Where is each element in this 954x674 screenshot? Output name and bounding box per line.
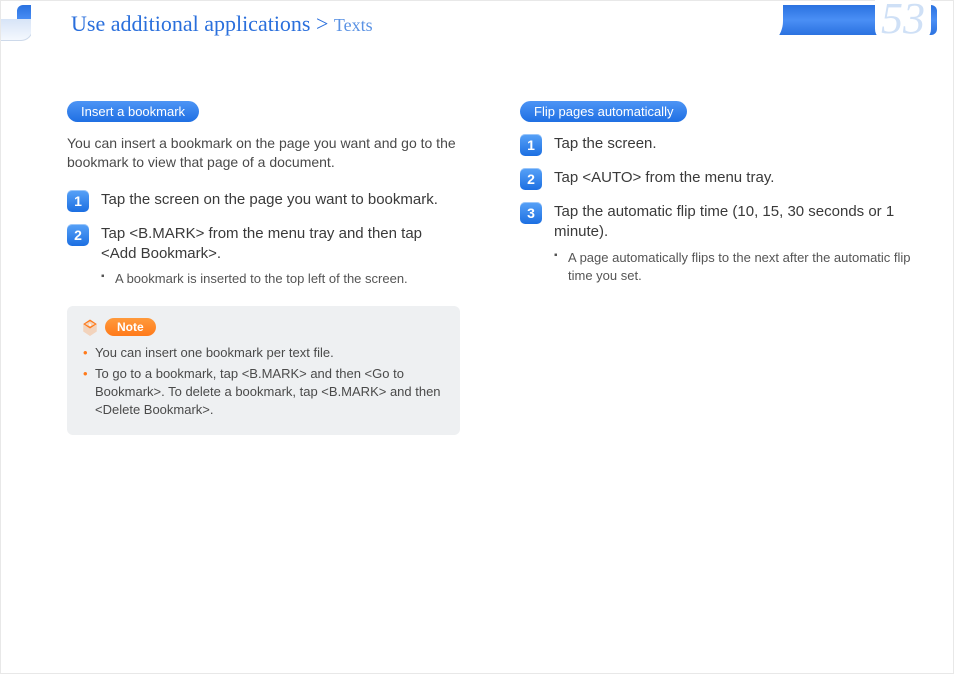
step-number-badge: 1: [67, 190, 89, 212]
left-column: Insert a bookmark You can insert a bookm…: [67, 101, 460, 653]
note-list: You can insert one bookmark per text fil…: [81, 344, 446, 419]
page-number: 53: [875, 0, 931, 41]
step-sub-bullets: A page automatically flips to the next a…: [554, 249, 913, 285]
step-text: Tap <AUTO> from the menu tray.: [554, 168, 774, 188]
step-body: Tap the automatic flip time (10, 15, 30 …: [554, 202, 913, 285]
breadcrumb-sub: Texts: [334, 15, 373, 35]
step-text: Tap the automatic flip time (10, 15, 30 …: [554, 203, 894, 240]
note-item: To go to a bookmark, tap <B.MARK> and th…: [81, 365, 446, 420]
step-item: 1 Tap the screen on the page you want to…: [67, 190, 460, 212]
note-item: You can insert one bookmark per text fil…: [81, 344, 446, 362]
intro-paragraph: You can insert a bookmark on the page yo…: [67, 134, 460, 172]
note-label-text: Note: [105, 318, 156, 336]
step-number-badge: 1: [520, 134, 542, 156]
step-body: Tap <B.MARK> from the menu tray and then…: [101, 224, 460, 289]
step-item: 2 Tap <AUTO> from the menu tray.: [520, 168, 913, 190]
title-panel: Use additional applications > Texts: [31, 1, 783, 49]
step-number-badge: 3: [520, 202, 542, 224]
content-area: Insert a bookmark You can insert a bookm…: [67, 101, 913, 653]
breadcrumb: Use additional applications > Texts: [71, 11, 373, 36]
step-number-badge: 2: [67, 224, 89, 246]
section-pill-flip-pages: Flip pages automatically: [520, 101, 687, 122]
step-item: 1 Tap the screen.: [520, 134, 913, 156]
step-text: Tap the screen on the page you want to b…: [101, 190, 438, 210]
note-box: Note You can insert one bookmark per tex…: [67, 306, 460, 435]
side-tab: [1, 19, 33, 41]
section-pill-insert-bookmark: Insert a bookmark: [67, 101, 199, 122]
step-number-badge: 2: [520, 168, 542, 190]
step-text: Tap the screen.: [554, 134, 657, 154]
breadcrumb-main: Use additional applications >: [71, 11, 334, 36]
note-icon: [81, 318, 99, 336]
step-sub-bullets: A bookmark is inserted to the top left o…: [101, 270, 460, 288]
step-item: 3 Tap the automatic flip time (10, 15, 3…: [520, 202, 913, 285]
step-item: 2 Tap <B.MARK> from the menu tray and th…: [67, 224, 460, 289]
right-column: Flip pages automatically 1 Tap the scree…: [520, 101, 913, 653]
sub-bullet-item: A bookmark is inserted to the top left o…: [101, 270, 460, 288]
sub-bullet-item: A page automatically flips to the next a…: [554, 249, 913, 285]
step-text: Tap <B.MARK> from the menu tray and then…: [101, 225, 422, 262]
note-header: Note: [81, 318, 156, 336]
